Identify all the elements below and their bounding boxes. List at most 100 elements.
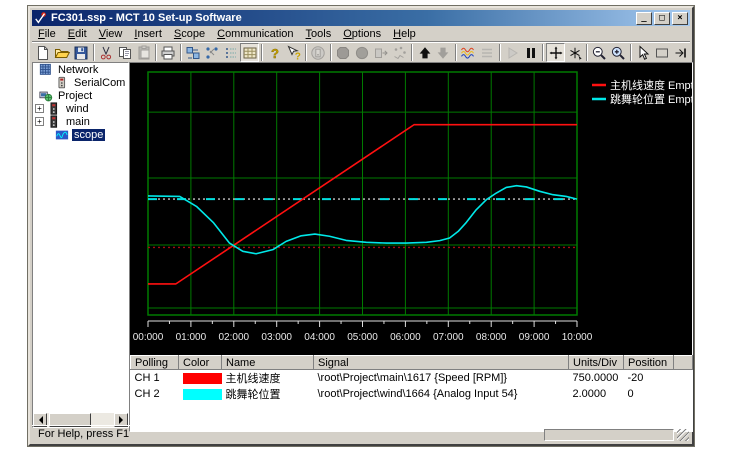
menu-view[interactable]: View (93, 27, 129, 41)
toolbar-record-button (353, 43, 372, 62)
time-tick-label: 05:000 (347, 332, 378, 343)
tree-item-label: SerialCom (72, 77, 127, 89)
tree-item-main[interactable]: +main (33, 115, 128, 128)
legend-label: 跳舞轮位置 Empty (610, 92, 692, 106)
column-header-signal[interactable]: Signal (314, 356, 569, 370)
toolbar-separator (180, 44, 182, 61)
toolbar-save-button[interactable] (72, 43, 91, 62)
help-icon: ? (267, 45, 283, 61)
menu-options[interactable]: Options (337, 27, 387, 41)
status-progress-pane (544, 429, 674, 441)
toolbar-pause-scope-button[interactable] (521, 43, 540, 62)
tree-item-project[interactable]: Project (33, 89, 128, 102)
column-header-name[interactable]: Name (222, 356, 314, 370)
scope-chart-canvas[interactable]: 00:00001:00002:00003:00004:00005:00006:0… (130, 63, 692, 355)
toolbar-zoom-in-button[interactable] (609, 43, 628, 62)
cell (179, 370, 222, 387)
app-icon (34, 11, 48, 25)
toolbar-separator (155, 44, 157, 61)
column-header-color[interactable]: Color (179, 356, 222, 370)
zoom-rectangle-icon (654, 45, 670, 61)
open-icon (54, 45, 70, 61)
menu-help[interactable]: Help (387, 27, 422, 41)
close-button[interactable]: × (672, 12, 688, 25)
toolbar-separator (499, 44, 501, 61)
svg-text:?: ? (294, 51, 300, 61)
menu-bar: FileEditViewInsertScopeCommunicationTool… (32, 26, 690, 41)
title-bar[interactable]: FC301.ssp - MCT 10 Set-up Software _ □ × (32, 10, 690, 26)
toolbar-new-button[interactable] (34, 43, 53, 62)
time-tick-label: 02:000 (219, 332, 250, 343)
toolbar-cursor-style-button[interactable] (565, 43, 584, 62)
time-tick-label: 10:000 (562, 332, 593, 343)
project-tree: NetworkSerialComProject+wind+mainscope (32, 62, 129, 428)
toolbar-move-down-button (434, 43, 453, 62)
context-help-icon: ? (286, 45, 302, 61)
cell: CH 2 (131, 386, 179, 402)
expand-plus-icon[interactable]: + (35, 104, 44, 113)
toolbar-grid-view-button[interactable] (240, 43, 259, 62)
toolbar-separator (261, 44, 263, 61)
copy-icon (117, 45, 133, 61)
toolbar-pointer-button[interactable] (634, 43, 653, 62)
menu-edit[interactable]: Edit (62, 27, 93, 41)
toolbar-move-up-button[interactable] (415, 43, 434, 62)
resize-grip[interactable] (677, 429, 689, 441)
toolbar-separator (411, 44, 413, 61)
record-icon (354, 45, 370, 61)
toolbar-network-view-button[interactable] (203, 43, 222, 62)
toolbar-register-view-button[interactable] (184, 43, 203, 62)
toolbar-read-from-drive-button (309, 43, 328, 62)
toolbar-stop-button (334, 43, 353, 62)
toolbar-copy-button[interactable] (115, 43, 134, 62)
maximize-button[interactable]: □ (654, 12, 670, 25)
move-up-icon (417, 45, 433, 61)
time-tick-label: 08:000 (476, 332, 507, 343)
new-icon (35, 45, 51, 61)
channel-row-ch2[interactable]: CH 2跳舞轮位置\root\Project\wind\1664 {Analog… (131, 386, 693, 402)
toolbar-help-button[interactable]: ? (265, 43, 284, 62)
tree-item-serialcom[interactable]: SerialCom (33, 76, 128, 89)
toolbar-cut-button[interactable] (97, 43, 116, 62)
channel-row-ch1[interactable]: CH 1主机线速度\root\Project\main\1617 {Speed … (131, 370, 693, 387)
menu-scope[interactable]: Scope (168, 27, 211, 41)
toolbar-context-help-button[interactable]: ? (284, 43, 303, 62)
network-icon (39, 63, 53, 77)
tree-item-label: scope (72, 129, 105, 141)
toolbar-zoom-out-button[interactable] (590, 43, 609, 62)
step-right-icon (673, 45, 689, 61)
cell: 2.0000 (569, 386, 624, 402)
menu-communication[interactable]: Communication (211, 27, 299, 41)
cell (674, 386, 693, 402)
toolbar-paste-button (134, 43, 153, 62)
expand-plus-icon[interactable]: + (35, 117, 44, 126)
grid-view-icon (242, 45, 258, 61)
toolbar-tracking-cursor-button[interactable] (546, 43, 565, 62)
tree-item-scope[interactable]: scope (33, 128, 128, 141)
column-header-position[interactable]: Position (624, 356, 674, 370)
toolbar-zoom-rectangle-button[interactable] (652, 43, 671, 62)
menu-file[interactable]: File (32, 27, 62, 41)
toolbar-open-button[interactable] (53, 43, 72, 62)
channel-color-swatch (183, 389, 222, 400)
window-title: FC301.ssp - MCT 10 Set-up Software (51, 12, 634, 24)
toolbar-step-right-button[interactable] (671, 43, 690, 62)
toolbar-resume-scope-button (503, 43, 522, 62)
cell: \root\Project\main\1617 {Speed [RPM]} (314, 370, 569, 387)
column-header-units-div[interactable]: Units/Div (569, 356, 624, 370)
minimize-button[interactable]: _ (636, 12, 652, 25)
scroll-left-icon (35, 416, 43, 424)
cell: 跳舞轮位置 (222, 386, 314, 402)
toolbar-list-view-button[interactable] (222, 43, 241, 62)
toolbar-separator (542, 44, 544, 61)
menu-tools[interactable]: Tools (300, 27, 338, 41)
save-icon (73, 45, 89, 61)
tree-item-network[interactable]: Network (33, 63, 128, 76)
menu-insert[interactable]: Insert (128, 27, 168, 41)
tree-item-label: Project (56, 90, 94, 102)
column-header-polling[interactable]: Polling (131, 356, 179, 370)
toolbar-scope-traces-button[interactable] (459, 43, 478, 62)
tree-item-wind[interactable]: +wind (33, 102, 128, 115)
toolbar-print-button[interactable] (159, 43, 178, 62)
list-view-icon (223, 45, 239, 61)
